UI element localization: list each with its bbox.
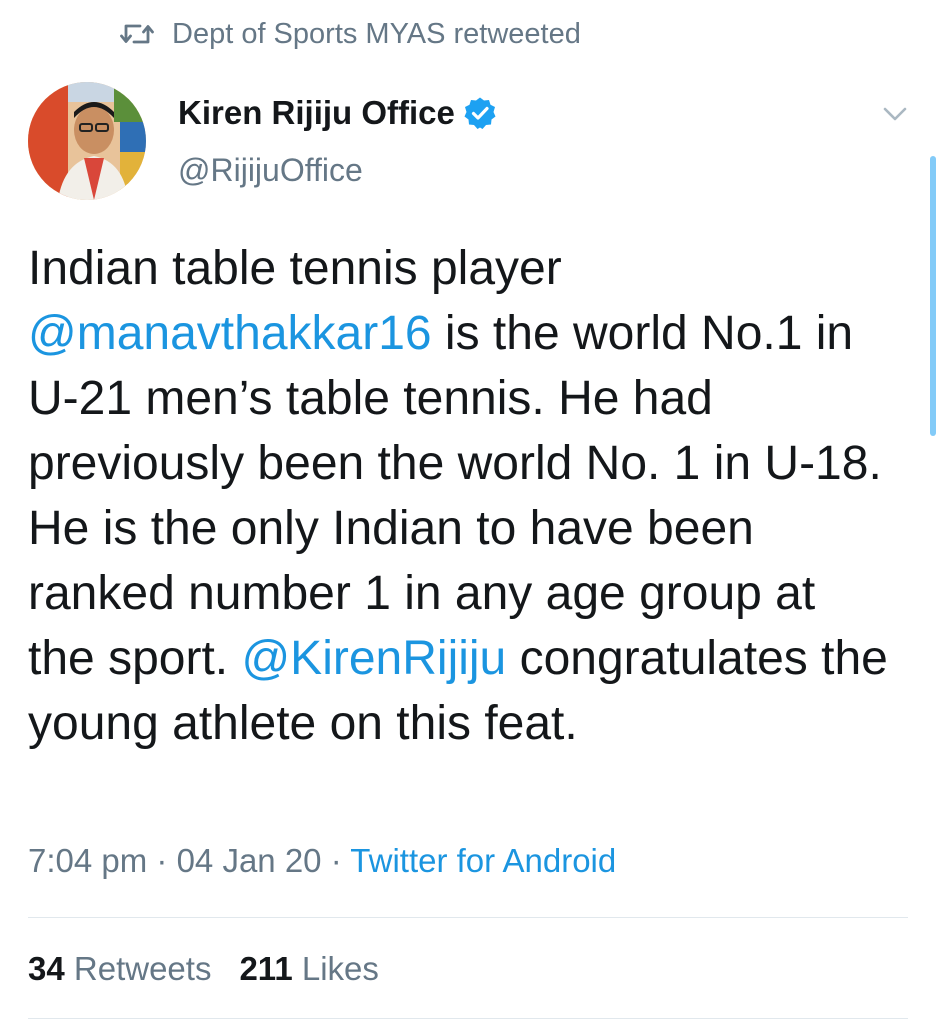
divider bbox=[28, 917, 908, 918]
retweets-count: 34 bbox=[28, 950, 65, 987]
tweet-date: 04 Jan 20 bbox=[176, 842, 322, 879]
tweet-text: Indian table tennis player @manavthakkar… bbox=[28, 236, 888, 756]
tweet-header: Kiren Rijiju Office @RijijuOffice bbox=[28, 82, 908, 202]
retweets-label: Retweets bbox=[73, 950, 212, 987]
retweet-context-text: Dept of Sports MYAS retweeted bbox=[172, 17, 581, 50]
likes-stat[interactable]: 211 Likes bbox=[239, 950, 378, 987]
tweet-source-link[interactable]: Twitter for Android bbox=[350, 842, 616, 879]
verified-badge-icon bbox=[464, 97, 496, 129]
likes-count: 211 bbox=[239, 950, 293, 987]
display-name[interactable]: Kiren Rijiju Office bbox=[178, 94, 455, 132]
name-row[interactable]: Kiren Rijiju Office bbox=[178, 94, 497, 132]
tweet-text-segment: is the world No.1 in U-21 men’s table te… bbox=[28, 307, 882, 685]
meta-separator: · bbox=[147, 842, 177, 879]
meta-separator: · bbox=[321, 842, 351, 879]
avatar-image bbox=[28, 82, 146, 200]
profile-avatar[interactable] bbox=[28, 82, 146, 200]
retweet-context[interactable]: Dept of Sports MYAS retweeted bbox=[120, 14, 581, 54]
chevron-down-icon[interactable] bbox=[882, 104, 908, 124]
mention-link[interactable]: @manavthakkar16 bbox=[28, 307, 432, 360]
retweets-stat[interactable]: 34 Retweets bbox=[28, 950, 211, 987]
retweet-icon bbox=[120, 24, 154, 44]
tweet-text-segment: Indian table tennis player bbox=[28, 242, 562, 295]
divider bbox=[28, 1018, 908, 1019]
tweet-meta: 7:04 pm · 04 Jan 20 · Twitter for Androi… bbox=[28, 842, 616, 880]
tweet-stats: 34 Retweets 211 Likes bbox=[28, 950, 407, 988]
user-handle[interactable]: @RijijuOffice bbox=[178, 152, 363, 189]
likes-label: Likes bbox=[301, 950, 379, 987]
scrollbar-thumb[interactable] bbox=[930, 156, 936, 436]
tweet-time: 7:04 pm bbox=[28, 842, 148, 879]
mention-link[interactable]: @KirenRijiju bbox=[241, 632, 506, 685]
